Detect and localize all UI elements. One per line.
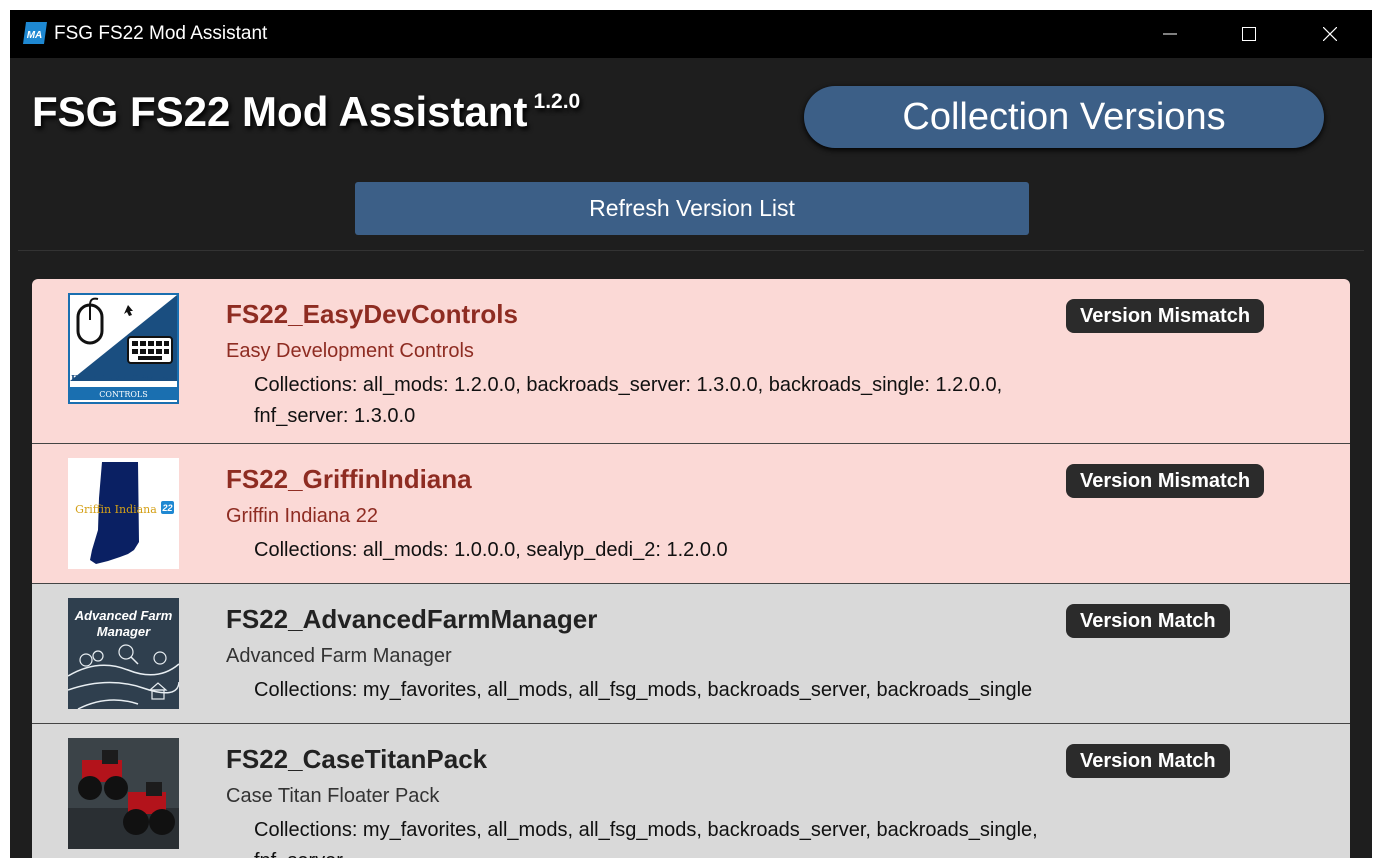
maximize-icon xyxy=(1242,27,1256,41)
page-title: Collection Versions xyxy=(804,86,1324,148)
maximize-button[interactable] xyxy=(1209,10,1289,58)
svg-text:EASY DEVELOPMENT: EASY DEVELOPMENT xyxy=(71,374,177,384)
svg-text:CONTROLS: CONTROLS xyxy=(99,390,147,399)
mod-name: FS22_CaseTitanPack xyxy=(226,744,488,774)
mod-name: FS22_EasyDevControls xyxy=(226,299,518,329)
mod-collections: Collections: my_favorites, all_mods, all… xyxy=(254,819,1038,858)
mod-thumbnail-griffinindiana: Griffin Indiana 22 xyxy=(68,458,179,569)
mod-version-list: EASY DEVELOPMENT CONTROLS FS22_EasyDevCo… xyxy=(32,279,1350,858)
mod-name: FS22_AdvancedFarmManager xyxy=(226,604,598,634)
mod-thumbnail-advancedfarmmanager: Advanced Farm Manager xyxy=(68,598,179,709)
mod-thumbnail-casetitanpack xyxy=(68,738,179,849)
minimize-button[interactable] xyxy=(1130,10,1210,58)
status-badge: Version Mismatch xyxy=(1066,464,1265,498)
svg-text:Manager: Manager xyxy=(97,624,151,639)
app-name: FSG FS22 Mod Assistant xyxy=(32,88,528,135)
app-logo-icon: MA xyxy=(23,22,47,44)
app-version: 1.2.0 xyxy=(533,90,581,113)
status-badge: Version Match xyxy=(1066,604,1230,638)
header-divider xyxy=(18,250,1364,251)
close-button[interactable] xyxy=(1290,10,1370,58)
mod-title: Case Titan Floater Pack xyxy=(226,785,440,807)
svg-text:22: 22 xyxy=(161,503,172,513)
mod-title: Easy Development Controls xyxy=(226,340,474,362)
mod-title: Advanced Farm Manager xyxy=(226,645,452,667)
close-icon xyxy=(1323,27,1337,41)
mod-collections: Collections: all_mods: 1.2.0.0, backroad… xyxy=(254,374,1003,427)
mod-title: Griffin Indiana 22 xyxy=(226,505,378,527)
mod-collections: Collections: all_mods: 1.0.0.0, sealyp_d… xyxy=(254,539,728,561)
status-badge: Version Match xyxy=(1066,744,1230,778)
refresh-version-list-button[interactable]: Refresh Version List xyxy=(355,182,1029,235)
svg-text:MA: MA xyxy=(27,30,43,41)
title-bar[interactable]: MA FSG FS22 Mod Assistant xyxy=(10,10,1372,58)
mod-row[interactable]: Griffin Indiana 22 FS22_GriffinIndiana G… xyxy=(32,444,1350,584)
mod-collections: Collections: my_favorites, all_mods, all… xyxy=(254,679,1033,701)
mod-row[interactable]: FS22_CaseTitanPack Case Titan Floater Pa… xyxy=(32,724,1350,858)
mod-thumbnail-easydevcontrols: EASY DEVELOPMENT CONTROLS xyxy=(68,293,179,404)
app-heading: FSG FS22 Mod Assistant 1.2.0 xyxy=(32,88,580,136)
svg-text:Advanced Farm: Advanced Farm xyxy=(74,608,173,623)
app-window: MA FSG FS22 Mod Assistant FSG FS22 Mod A… xyxy=(10,10,1372,858)
mod-row[interactable]: EASY DEVELOPMENT CONTROLS FS22_EasyDevCo… xyxy=(32,279,1350,444)
window-title: FSG FS22 Mod Assistant xyxy=(54,23,268,44)
minimize-icon xyxy=(1163,33,1177,35)
mod-name: FS22_GriffinIndiana xyxy=(226,464,472,494)
svg-text:Griffin Indiana: Griffin Indiana xyxy=(75,503,157,516)
mod-row[interactable]: Advanced Farm Manager FS22_AdvancedFarmM… xyxy=(32,584,1350,724)
status-badge: Version Mismatch xyxy=(1066,299,1265,333)
